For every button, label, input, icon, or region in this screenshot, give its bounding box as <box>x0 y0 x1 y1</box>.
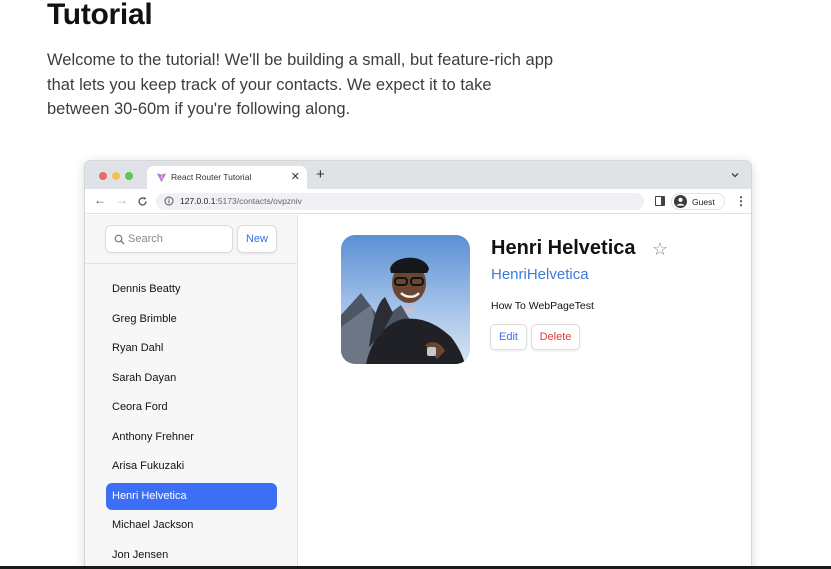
delete-button[interactable]: Delete <box>531 324 580 350</box>
url-text: 127.0.0.1:5173/contacts/ovpzniv <box>180 196 302 206</box>
browser-tab[interactable]: React Router Tutorial ✕ <box>147 166 307 189</box>
guest-avatar-icon <box>674 195 687 208</box>
contact-detail: Henri Helvetica ☆ HenriHelvetica How To … <box>299 215 751 569</box>
vite-logo-icon <box>156 172 167 183</box>
contact-notes: How To WebPageTest <box>491 300 594 312</box>
contact-item[interactable]: Ryan Dahl <box>106 335 277 365</box>
minimize-window-icon[interactable] <box>112 172 120 180</box>
back-arrow-icon[interactable]: ← <box>94 193 106 207</box>
url-host: 127.0.0.1 <box>180 196 216 206</box>
intro-paragraph: Welcome to the tutorial! We'll be buildi… <box>47 51 554 118</box>
tab-title: React Router Tutorial <box>171 172 252 182</box>
contact-item[interactable]: Dennis Beatty <box>106 276 277 306</box>
tab-close-icon[interactable]: ✕ <box>291 170 300 183</box>
favorite-star-icon[interactable]: ☆ <box>652 239 668 260</box>
browser-toolbar: ← → 127.0.0.1:5173/contacts/ovpzniv Gues… <box>85 189 751 214</box>
site-info-icon[interactable] <box>164 196 174 206</box>
contact-item-active[interactable]: Henri Helvetica <box>106 482 277 510</box>
profile-label: Guest <box>692 197 715 207</box>
app-screenshot: React Router Tutorial ✕ + ← → 127.0.0.1:… <box>84 160 752 569</box>
side-panel-icon[interactable] <box>655 196 665 206</box>
browser-tab-bar: React Router Tutorial ✕ + <box>85 161 751 189</box>
url-path: :5173/contacts/ovpzniv <box>215 196 302 206</box>
contact-name: Henri Helvetica <box>491 237 636 259</box>
new-tab-icon[interactable]: + <box>316 166 325 183</box>
sidebar-divider <box>85 263 297 264</box>
contact-list: Dennis Beatty Greg Brimble Ryan Dahl Sarah … <box>106 276 277 569</box>
contact-item[interactable]: Greg Brimble <box>106 306 277 336</box>
contact-item[interactable]: Sarah Dayan <box>106 365 277 395</box>
reload-icon[interactable] <box>137 196 148 207</box>
contact-item[interactable]: Jon Jensen <box>106 542 277 569</box>
tab-search-chevron-icon[interactable] <box>730 170 740 180</box>
search-icon <box>114 234 125 245</box>
contact-item[interactable]: Anthony Frehner <box>106 424 277 454</box>
twitter-handle-link[interactable]: HenriHelvetica <box>491 266 589 283</box>
page-title: Tutorial <box>47 0 153 31</box>
profile-button[interactable]: Guest <box>671 193 725 210</box>
contact-avatar <box>341 235 470 364</box>
maximize-window-icon[interactable] <box>125 172 133 180</box>
contacts-sidebar: New Dennis BeattyGreg BrimbleRyan DahlSa… <box>85 215 298 569</box>
close-window-icon[interactable] <box>99 172 107 180</box>
forward-arrow-icon[interactable]: → <box>116 193 128 207</box>
contact-item[interactable]: Ceora Ford <box>106 394 277 424</box>
browser-menu-icon[interactable]: ⋮ <box>735 194 747 208</box>
address-bar[interactable]: 127.0.0.1:5173/contacts/ovpzniv <box>156 193 644 210</box>
contact-item[interactable]: Arisa Fukuzaki <box>106 453 277 483</box>
search-form <box>105 225 233 253</box>
edit-button[interactable]: Edit <box>490 324 527 350</box>
contact-item[interactable]: Michael Jackson <box>106 512 277 542</box>
new-contact-button[interactable]: New <box>237 225 277 253</box>
search-input[interactable] <box>128 232 226 246</box>
